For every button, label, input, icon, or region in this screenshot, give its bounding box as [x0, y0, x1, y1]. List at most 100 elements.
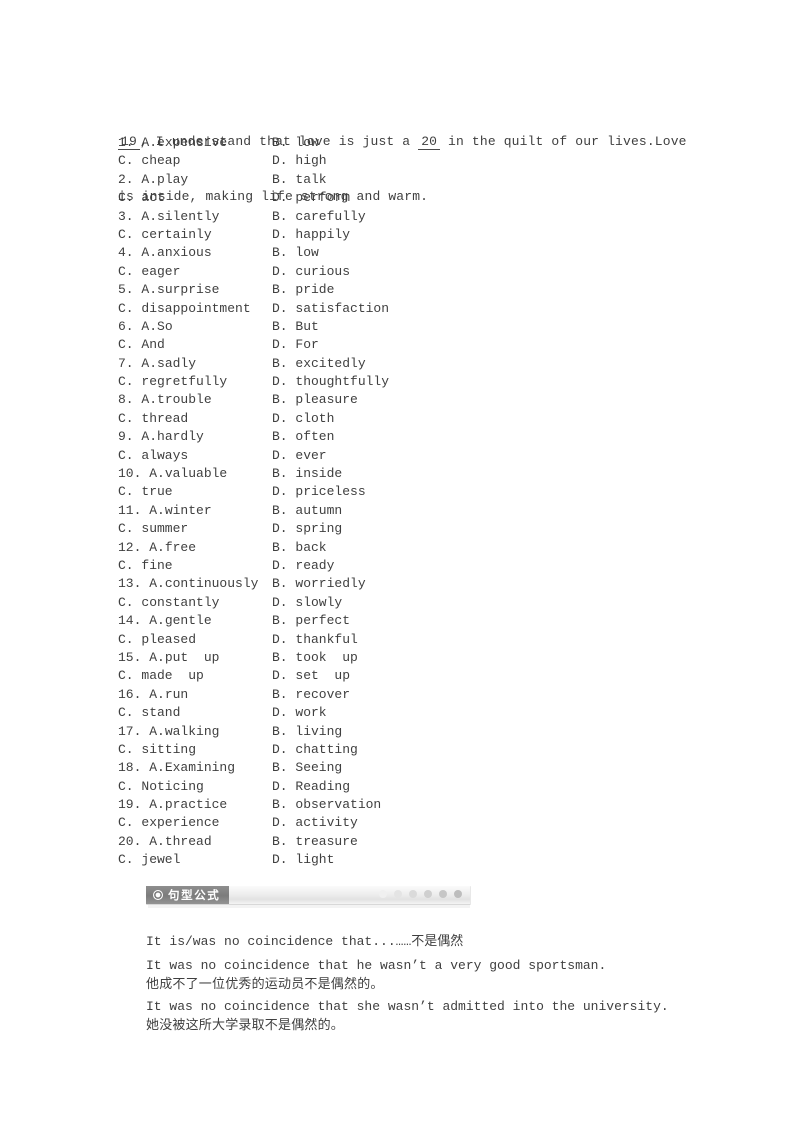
option-number: 10. — [118, 466, 142, 482]
option-number: 18. — [118, 760, 142, 776]
option-choice-a[interactable]: A.silently — [141, 208, 219, 226]
option-choice-d[interactable]: D. happily — [272, 226, 350, 244]
option-choice-a[interactable]: A.surprise — [141, 281, 219, 299]
option-choice-a[interactable]: A.practice — [149, 796, 227, 814]
option-choice-c[interactable]: C. cheap — [118, 152, 180, 170]
option-choice-c[interactable]: C. fine — [118, 557, 173, 575]
option-number: 8. — [118, 392, 134, 408]
option-choice-a[interactable]: A.walking — [149, 723, 219, 741]
option-choice-d[interactable]: D. activity — [272, 814, 358, 832]
option-choice-d[interactable]: D. Reading — [272, 778, 350, 796]
option-choice-a[interactable]: A.play — [141, 171, 188, 189]
option-choice-c[interactable]: C. constantly — [118, 594, 219, 612]
option-row: C. act D. perform — [118, 189, 678, 207]
option-choice-c[interactable]: C. thread — [118, 410, 188, 428]
option-choice-d[interactable]: D. perform — [272, 189, 350, 207]
option-choice-d[interactable]: D. spring — [272, 520, 342, 538]
option-choice-c[interactable]: C. Noticing — [118, 778, 204, 796]
option-choice-a[interactable]: A.run — [149, 686, 188, 704]
option-choice-b[interactable]: B. talk — [272, 171, 327, 189]
option-choice-d[interactable]: D. set up — [272, 667, 350, 685]
section-tab[interactable]: 句型公式 — [146, 886, 230, 904]
option-choice-b[interactable]: B. carefully — [272, 208, 366, 226]
option-choice-b[interactable]: B. inside — [272, 465, 342, 483]
option-choice-a[interactable]: A.put up — [149, 649, 219, 667]
option-choice-c[interactable]: C. act — [118, 189, 165, 207]
option-choice-c[interactable]: C. made up — [118, 667, 204, 685]
option-choice-c[interactable]: C. certainly — [118, 226, 212, 244]
option-choice-d[interactable]: D. thankful — [272, 631, 358, 649]
option-choice-c[interactable]: C. eager — [118, 263, 180, 281]
option-choice-b[interactable]: B. excitedly — [272, 355, 366, 373]
option-choice-b[interactable]: B. often — [272, 428, 334, 446]
option-choice-b[interactable]: B. treasure — [272, 833, 358, 851]
option-number: 13. — [118, 576, 142, 592]
option-choice-d[interactable]: D. thoughtfully — [272, 373, 389, 391]
option-choice-b[interactable]: B. But — [272, 318, 319, 336]
option-choice-d[interactable]: D. cloth — [272, 410, 334, 428]
option-choice-a[interactable]: A.sadly — [141, 355, 196, 373]
option-choice-c[interactable]: C. summer — [118, 520, 188, 538]
option-choice-a[interactable]: A.valuable — [149, 465, 227, 483]
option-choice-c[interactable]: C. experience — [118, 814, 219, 832]
option-choice-d[interactable]: D. light — [272, 851, 334, 869]
option-choice-a[interactable]: A.anxious — [141, 244, 211, 262]
option-choice-d[interactable]: D. curious — [272, 263, 350, 281]
header-dot — [424, 890, 432, 898]
option-choice-a[interactable]: A.winter — [149, 502, 211, 520]
option-choice-b[interactable]: B. observation — [272, 796, 381, 814]
option-choice-d[interactable]: D. ever — [272, 447, 327, 465]
option-choice-a[interactable]: A.expensive — [141, 134, 227, 152]
option-number: 9. — [118, 429, 134, 445]
option-choice-b[interactable]: B. took up — [272, 649, 358, 667]
option-row: 9. A.hardly B. often — [118, 428, 678, 446]
option-row: C. And D. For — [118, 336, 678, 354]
option-choice-b[interactable]: B. autumn — [272, 502, 342, 520]
option-row: 12. A.free B. back — [118, 539, 678, 557]
option-choice-b[interactable]: B. pleasure — [272, 391, 358, 409]
option-choice-d[interactable]: D. ready — [272, 557, 334, 575]
option-choice-b[interactable]: B. worriedly — [272, 575, 366, 593]
option-choice-c[interactable]: C. sitting — [118, 741, 196, 759]
option-choice-b[interactable]: B. low — [272, 134, 319, 152]
option-choice-b[interactable]: B. back — [272, 539, 327, 557]
option-choice-d[interactable]: D. high — [272, 152, 327, 170]
option-choice-b[interactable]: B. pride — [272, 281, 334, 299]
option-choice-c[interactable]: C. stand — [118, 704, 180, 722]
option-number: 20. — [118, 833, 142, 849]
option-choice-c[interactable]: C. And — [118, 336, 165, 354]
option-choice-d[interactable]: D. satisfaction — [272, 300, 389, 318]
option-choice-c[interactable]: C. true — [118, 483, 173, 501]
option-choice-c[interactable]: C. regretfully — [118, 373, 227, 391]
option-choice-a[interactable]: A.thread — [149, 833, 211, 851]
header-dot — [379, 890, 387, 898]
option-choice-d[interactable]: D. priceless — [272, 483, 366, 501]
option-choice-b[interactable]: B. low — [272, 244, 319, 262]
option-row: 13. A.continuously B. worriedly — [118, 575, 678, 593]
option-choice-b[interactable]: B. recover — [272, 686, 350, 704]
option-choice-d[interactable]: D. slowly — [272, 594, 342, 612]
option-choice-c[interactable]: C. always — [118, 447, 188, 465]
option-choice-b[interactable]: B. Seeing — [272, 759, 342, 777]
option-choice-d[interactable]: D. chatting — [272, 741, 358, 759]
option-choice-a[interactable]: A.free — [149, 539, 196, 557]
example-sentence-cn: 她没被这所大学录取不是偶然的。 — [146, 1017, 345, 1033]
option-choice-c[interactable]: C. disappointment — [118, 300, 251, 318]
option-choice-b[interactable]: B. perfect — [272, 612, 350, 630]
option-choice-c[interactable]: C. pleased — [118, 631, 196, 649]
option-choice-b[interactable]: B. living — [272, 723, 342, 741]
option-row: 2. A.play B. talk — [118, 171, 678, 189]
option-choice-a[interactable]: A.trouble — [141, 391, 211, 409]
option-choice-d[interactable]: D. For — [272, 336, 319, 354]
option-choice-a[interactable]: A.gentle — [149, 612, 211, 630]
option-choice-d[interactable]: D. work — [272, 704, 327, 722]
option-choice-a[interactable]: A.Examining — [149, 759, 235, 777]
option-choice-c[interactable]: C. jewel — [118, 851, 180, 869]
option-choice-a[interactable]: A.hardly — [141, 428, 203, 446]
option-choice-a[interactable]: A.continuously — [149, 575, 258, 593]
option-choice-a[interactable]: A.So — [141, 318, 172, 336]
